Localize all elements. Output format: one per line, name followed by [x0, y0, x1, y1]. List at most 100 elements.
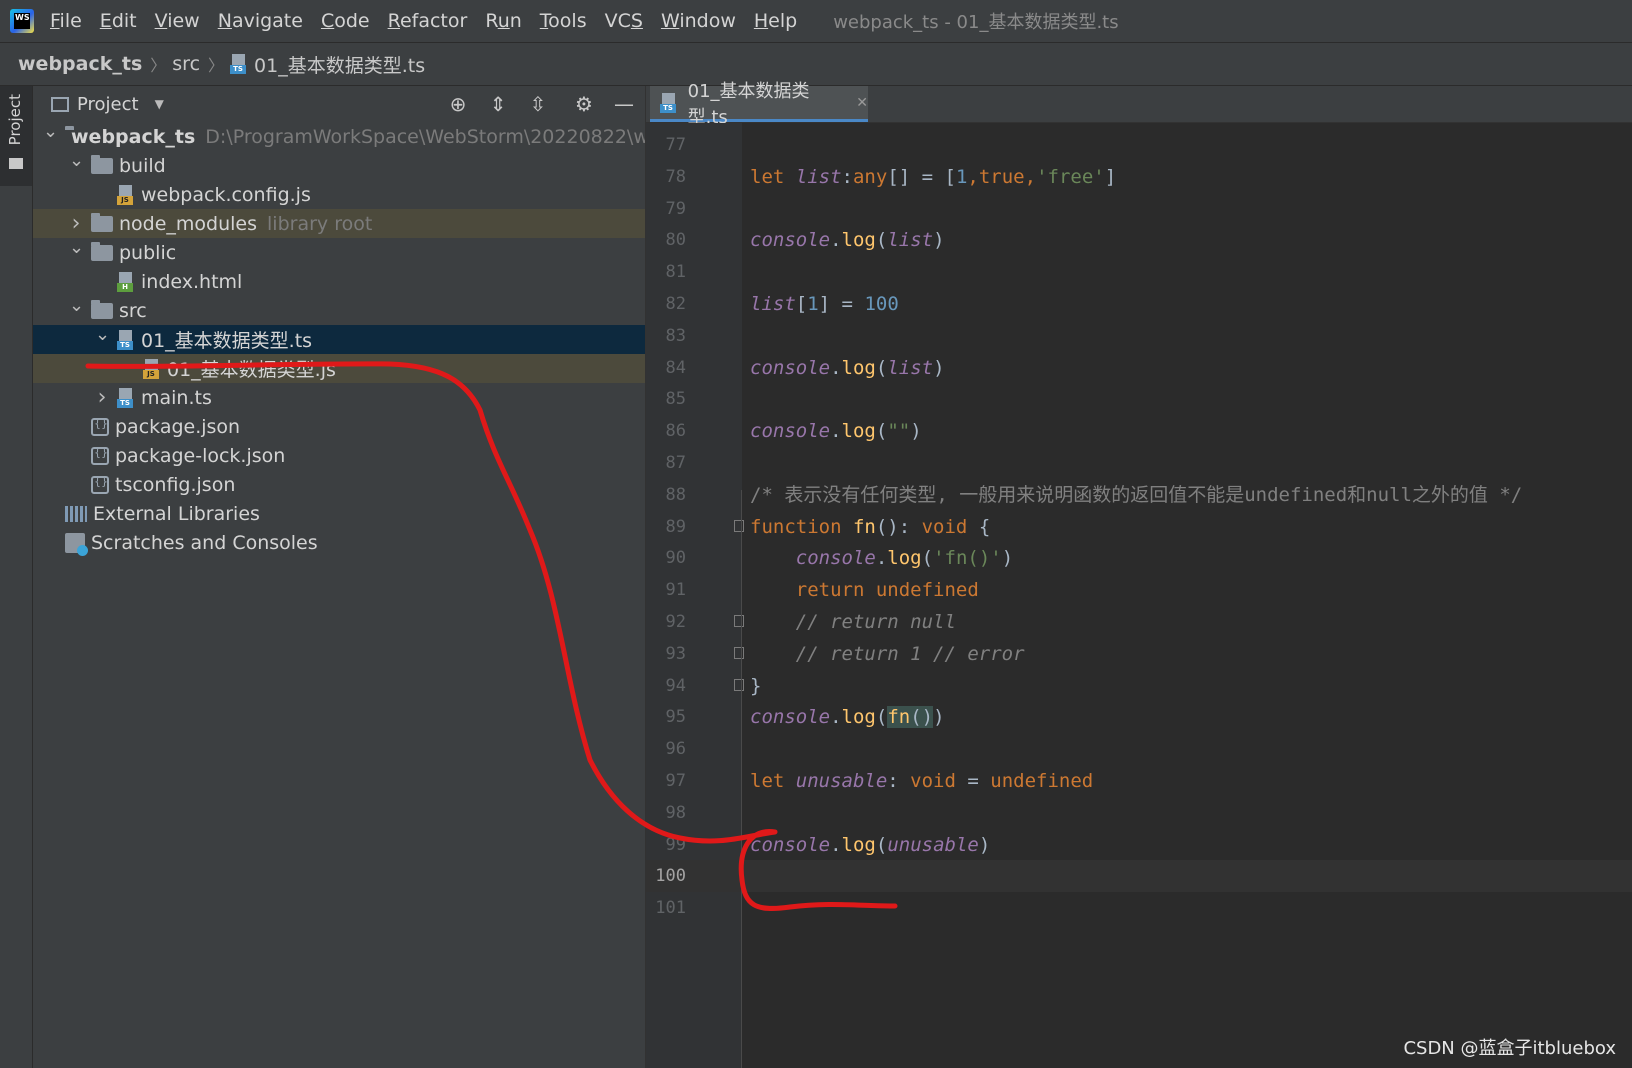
code-line[interactable]: 94} — [646, 670, 1632, 702]
tree-item[interactable]: ›JSwebpack.config.js — [33, 180, 645, 209]
chevron-down-icon[interactable]: ⌄ — [69, 296, 84, 316]
code-token: 1 — [955, 165, 968, 188]
chevron-right-icon[interactable]: › — [69, 211, 83, 236]
tree-item-path: D:\ProgramWorkSpace\WebStorm\20220822\we… — [205, 125, 645, 148]
menu-item[interactable]: Edit — [100, 10, 137, 32]
menu-item[interactable]: Help — [754, 10, 797, 32]
tree-item[interactable]: ›package.json — [33, 412, 645, 441]
code-line[interactable]: 96 — [646, 733, 1632, 765]
code-token: ] = — [818, 293, 865, 315]
breadcrumb-item-project[interactable]: webpack_ts — [18, 53, 142, 75]
code-token: . — [830, 229, 842, 252]
menu-item[interactable]: Refactor — [388, 10, 468, 32]
tree-item[interactable]: ›JS01_基本数据类型.js — [33, 354, 645, 383]
menu-item[interactable]: Code — [321, 10, 370, 32]
tree-item[interactable]: ⌄ public — [33, 238, 645, 267]
code-line[interactable]: 100 — [646, 860, 1632, 892]
project-tool-tab[interactable]: Project — [0, 86, 32, 186]
menu-item[interactable]: VCS — [605, 10, 643, 32]
code-line[interactable]: 79 — [646, 193, 1632, 225]
breadcrumb-item-src[interactable]: src — [172, 53, 200, 75]
code-line[interactable]: 84 console.log(list) — [646, 352, 1632, 384]
line-number: 88 — [665, 484, 686, 505]
minimize-icon[interactable]: — — [613, 92, 635, 116]
code-line[interactable]: 91 return undefined — [646, 574, 1632, 606]
code-line[interactable]: 88 /* 表示没有任何类型, 一般用来说明函数的返回值不能是undefined和… — [646, 479, 1632, 511]
code-text: console.log(list) — [750, 224, 945, 256]
code-line[interactable]: 78 let list:any[] = [1,true,'free'] — [646, 161, 1632, 193]
menu-item[interactable]: Tools — [540, 10, 587, 32]
fold-marker-icon[interactable] — [734, 615, 744, 627]
code-line[interactable]: 95 console.log(fn()) — [646, 701, 1632, 733]
webstorm-logo-icon[interactable]: WS — [10, 9, 34, 33]
code-line[interactable]: 98 — [646, 797, 1632, 829]
tree-item[interactable]: ›package-lock.json — [33, 441, 645, 470]
menu-item[interactable]: File — [50, 10, 82, 32]
menu-item[interactable]: Window — [661, 10, 736, 32]
chevron-down-icon[interactable]: ▼ — [155, 97, 164, 111]
menu-item[interactable]: Navigate — [218, 10, 303, 32]
breadcrumb-item-file[interactable]: 01_基本数据类型.ts — [254, 51, 425, 78]
code-line[interactable]: 82 list[1] = 100 — [646, 288, 1632, 320]
menu-item[interactable]: Run — [485, 10, 521, 32]
code-token: . — [830, 420, 842, 443]
chevron-down-icon[interactable]: ⌄ — [43, 122, 58, 142]
expand-all-icon[interactable]: ⇕ — [487, 92, 509, 116]
line-number: 81 — [665, 262, 686, 283]
project-tool-tab-label: Project — [6, 94, 24, 146]
fold-marker-icon[interactable] — [734, 519, 744, 532]
typescript-file-icon: TS — [660, 92, 678, 113]
tree-item[interactable]: › TS main.ts — [33, 383, 645, 412]
javascript-file-icon: JS — [117, 184, 135, 205]
code-line[interactable]: 85 — [646, 383, 1632, 415]
tree-item[interactable]: ⌄ webpack_ts D:\ProgramWorkSpace\WebStorm\… — [33, 122, 645, 151]
chevron-down-icon[interactable]: ⌄ — [95, 325, 110, 345]
line-number: 91 — [665, 580, 686, 601]
code-line[interactable]: 87 — [646, 447, 1632, 479]
code-line[interactable]: 90 console.log('fn()') — [646, 542, 1632, 574]
tree-item[interactable]: ⌄ src — [33, 296, 645, 325]
code-token: ( — [875, 833, 888, 856]
gear-icon[interactable]: ⚙ — [573, 92, 595, 116]
code-token: : — [841, 165, 853, 188]
close-icon[interactable]: ✕ — [856, 95, 868, 111]
tree-item-label: index.html — [141, 270, 243, 293]
code-line[interactable]: 81 — [646, 256, 1632, 288]
code-line[interactable]: 83 — [646, 320, 1632, 352]
fold-marker-icon[interactable] — [734, 678, 744, 691]
project-panel-title[interactable]: Project — [77, 94, 139, 115]
code-line[interactable]: 89 function fn(): void { — [646, 511, 1632, 543]
tree-item[interactable]: ›Hindex.html — [33, 267, 645, 296]
code-line[interactable]: 93 // return 1 // error — [646, 638, 1632, 670]
code-token: () — [910, 706, 934, 729]
tree-item[interactable]: ›tsconfig.json — [33, 470, 645, 499]
locate-file-icon[interactable]: ⊕ — [447, 92, 469, 116]
tree-item[interactable]: ›External Libraries — [33, 499, 645, 528]
chevron-down-icon[interactable]: ⌄ — [69, 151, 84, 171]
menu-item[interactable]: View — [155, 10, 200, 32]
code-line[interactable]: 97 let unusable: void = undefined — [646, 765, 1632, 797]
editor-tab[interactable]: TS 01_基本数据类型.ts ✕ — [650, 81, 868, 128]
left-tool-strip: Project — [0, 86, 33, 1068]
code-token: ) — [978, 833, 991, 856]
tree-item[interactable]: ⌄ build — [33, 151, 645, 180]
code-line[interactable]: 80 console.log(list) — [646, 224, 1632, 256]
code-line[interactable]: 101 — [646, 892, 1632, 924]
code-token: // return 1 // error — [795, 642, 1025, 665]
tree-item-label: Scratches and Consoles — [91, 531, 318, 554]
fold-marker-icon[interactable] — [734, 646, 744, 659]
line-number: 97 — [665, 771, 686, 791]
tree-item[interactable]: ›Scratches and Consoles — [33, 528, 645, 557]
chevron-down-icon[interactable]: ⌄ — [69, 238, 84, 258]
code-line[interactable]: 99 console.log(unusable) — [646, 829, 1632, 861]
code-line[interactable]: 77 — [646, 129, 1632, 161]
chevron-right-icon[interactable]: › — [95, 385, 109, 410]
collapse-all-icon[interactable]: ⇳ — [527, 92, 549, 116]
tree-item[interactable]: ⌄ TS 01_基本数据类型.ts — [33, 325, 645, 354]
tree-item[interactable]: › node_modules library root — [33, 209, 645, 238]
code-token: console — [750, 420, 831, 443]
code-line[interactable]: 86 console.log("") — [646, 415, 1632, 447]
code-line[interactable]: 92 // return null — [646, 606, 1632, 638]
chevron-right-icon: 〉 — [150, 56, 167, 75]
